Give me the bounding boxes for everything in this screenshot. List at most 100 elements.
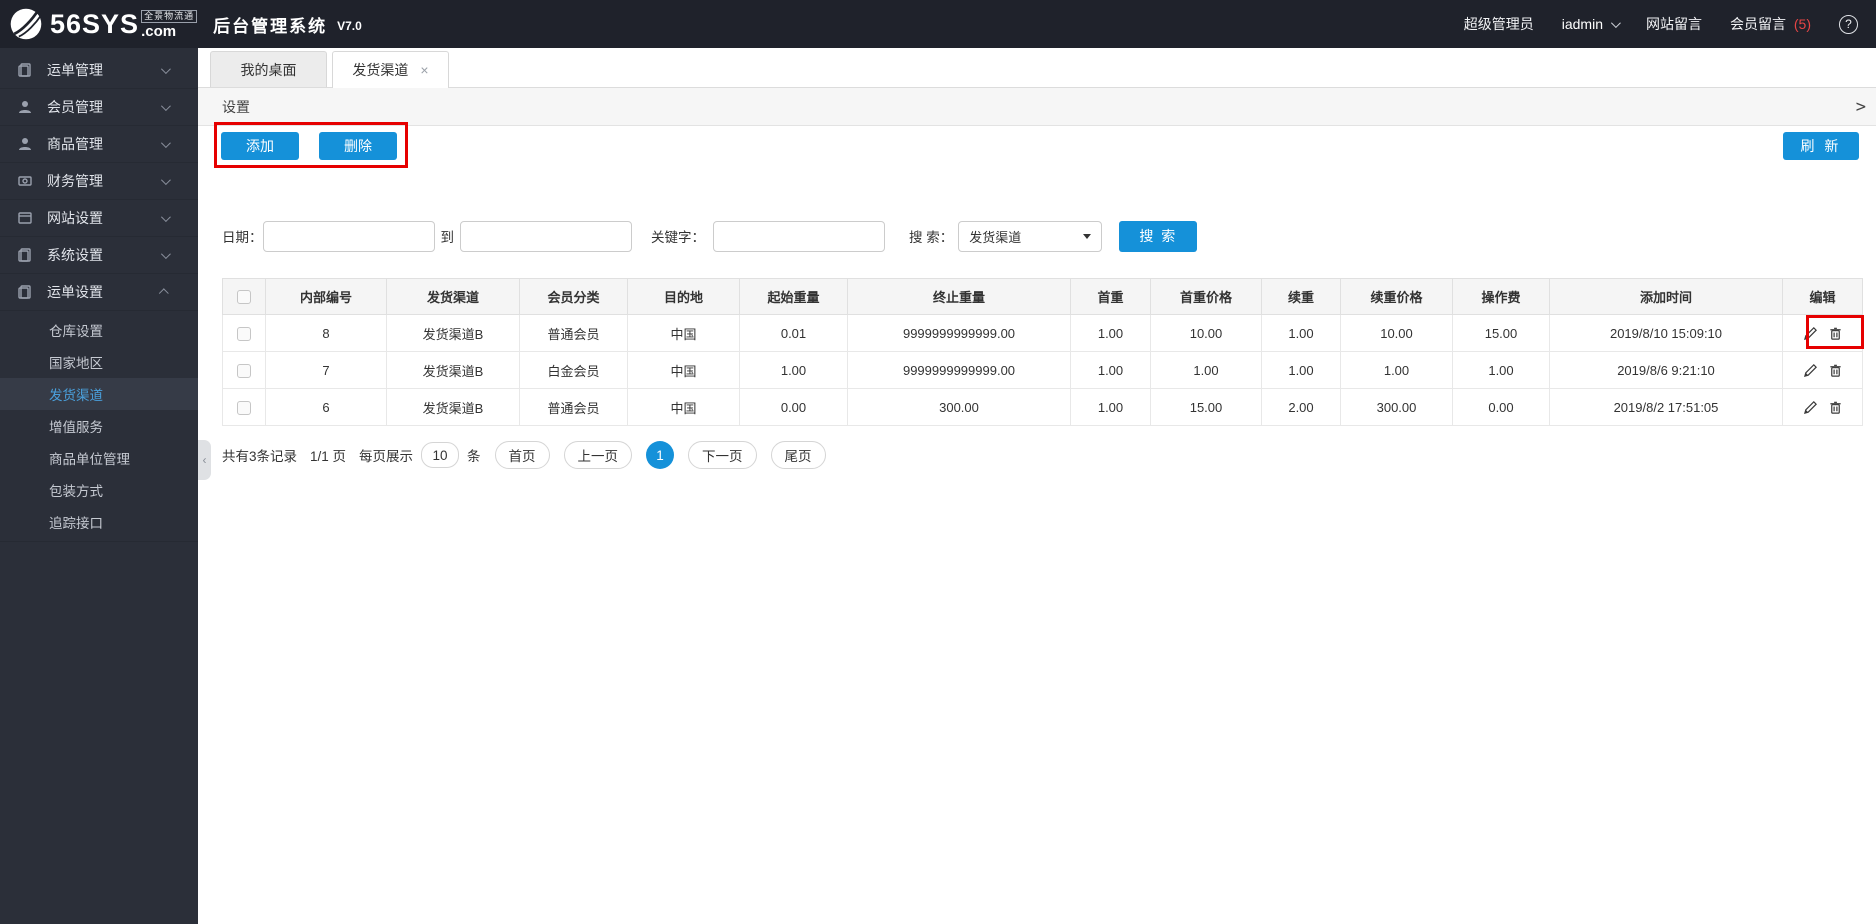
per-page-input[interactable]: 10 (421, 442, 460, 468)
select-all-checkbox[interactable] (237, 290, 251, 305)
row-checkbox[interactable] (237, 363, 251, 378)
col-member-class: 会员分类 (519, 278, 628, 315)
cell-first-price: 15.00 (1150, 388, 1262, 426)
logo: 56SYS 全景物流通 .com (8, 6, 198, 42)
panel-header: 设置 > (198, 88, 1876, 126)
cell-member-class: 普通会员 (519, 388, 628, 426)
chevron-down-icon (1610, 17, 1621, 28)
cell-first-weight: 1.00 (1070, 314, 1151, 352)
col-first-weight: 首重 (1070, 278, 1151, 315)
dropdown-caret-icon (1083, 233, 1092, 239)
tab-shipping-channel[interactable]: 发货渠道 × (332, 51, 449, 88)
edit-icon[interactable] (1803, 326, 1818, 341)
cell-channel: 发货渠道B (386, 314, 520, 352)
next-page-button[interactable]: 下一页 (688, 441, 757, 469)
shipping-channel-table: 内部编号 发货渠道 会员分类 目的地 起始重量 终止重量 首重 首重价格 续重 … (222, 278, 1863, 426)
prev-page-button[interactable]: 上一页 (563, 441, 633, 469)
submenu-item-value-added-services[interactable]: 增值服务 (0, 410, 198, 442)
sidebar-item-product-mgmt[interactable]: 商品管理 (0, 126, 198, 163)
first-page-button[interactable]: 首页 (494, 441, 550, 469)
col-cont-weight: 续重 (1261, 278, 1341, 315)
delete-button[interactable]: 删除 (319, 132, 397, 160)
row-actions (1783, 363, 1862, 378)
tab-my-desktop[interactable]: 我的桌面 (210, 51, 327, 87)
sidebar-item-waybill-settings[interactable]: 运单设置 (0, 274, 198, 311)
panel-expand-arrow[interactable]: > (1856, 97, 1866, 117)
member-messages-link[interactable]: 会员留言 (5) (1730, 14, 1811, 34)
sidebar-item-member-mgmt[interactable]: 会员管理 (0, 89, 198, 126)
sidebar-item-system-settings[interactable]: 系统设置 (0, 237, 198, 274)
date-to-input[interactable] (460, 220, 632, 252)
chevron-down-icon (160, 63, 171, 74)
submenu-item-warehouse-settings[interactable]: 仓库设置 (0, 314, 198, 346)
to-label: 到 (440, 230, 455, 245)
sidebar-item-label: 会员管理 (47, 99, 103, 115)
tab-bar: 我的桌面 发货渠道 × (198, 48, 1876, 88)
pagination-bar: 共有3条记录 1/1 页 每页展示 10 条 首页 上一页 1 下一页 尾页 (222, 441, 826, 469)
add-button[interactable]: 添加 (221, 132, 299, 160)
cell-destination: 中国 (627, 351, 740, 389)
last-page-button[interactable]: 尾页 (770, 441, 826, 469)
logo-swoosh-icon (10, 8, 43, 40)
row-checkbox[interactable] (237, 400, 251, 415)
top-header: 56SYS 全景物流通 .com 后台管理系统 V7.0 超级管理员 iadmi… (0, 0, 1876, 48)
submenu-item-packing-method[interactable]: 包装方式 (0, 474, 198, 506)
user-icon (16, 98, 34, 116)
cell-end-weight: 300.00 (847, 388, 1071, 426)
window-icon (16, 209, 34, 227)
close-icon[interactable]: × (420, 62, 428, 78)
help-icon[interactable]: ? (1839, 14, 1858, 34)
row-checkbox[interactable] (237, 326, 251, 341)
search-button[interactable]: 搜 索 (1119, 220, 1198, 252)
submenu-item-country-region[interactable]: 国家地区 (0, 346, 198, 378)
chevron-down-icon (160, 137, 171, 148)
trash-icon[interactable] (1828, 326, 1843, 341)
cell-channel: 发货渠道B (386, 351, 520, 389)
user-menu[interactable]: iadmin (1562, 16, 1621, 32)
refresh-button[interactable]: 刷 新 (1783, 132, 1859, 160)
trash-icon[interactable] (1828, 400, 1843, 415)
app-title: 后台管理系统 (213, 16, 328, 36)
tab-label: 我的桌面 (240, 61, 297, 78)
keyword-label: 关键字： (651, 230, 705, 245)
submenu-item-tracking-api[interactable]: 追踪接口 (0, 506, 198, 538)
cell-destination: 中国 (627, 388, 740, 426)
cell-operation-fee: 15.00 (1452, 314, 1550, 352)
submenu-item-product-unit-mgmt[interactable]: 商品单位管理 (0, 442, 198, 474)
chevron-up-icon (158, 287, 169, 298)
user-role-label: 超级管理员 (1463, 16, 1534, 32)
row-actions (1783, 326, 1862, 341)
submenu-item-shipping-channel[interactable]: 发货渠道 (0, 378, 198, 410)
edit-icon[interactable] (1803, 400, 1818, 415)
sidebar-item-website-settings[interactable]: 网站设置 (0, 200, 198, 237)
cell-member-class: 白金会员 (519, 351, 628, 389)
sidebar-collapse-handle[interactable]: ‹ (198, 440, 211, 480)
row-actions (1783, 400, 1862, 415)
table-row: 6 发货渠道B 普通会员 中国 0.00 300.00 1.00 15.00 2… (222, 388, 1863, 426)
cell-add-time: 2019/8/2 17:51:05 (1549, 388, 1783, 426)
date-label: 日期： (222, 230, 263, 245)
sidebar-item-label: 财务管理 (47, 173, 103, 189)
logo-com: .com (141, 22, 177, 40)
search-type-select[interactable]: 发货渠道 (958, 220, 1103, 252)
edit-icon[interactable] (1803, 363, 1818, 378)
sidebar-item-finance-mgmt[interactable]: 财务管理 (0, 163, 198, 200)
keyword-input[interactable] (713, 220, 885, 252)
cell-cont-weight: 2.00 (1261, 388, 1341, 426)
table-row: 8 发货渠道B 普通会员 中国 0.01 9999999999999.00 1.… (222, 314, 1863, 352)
sidebar-item-waybill-mgmt[interactable]: 运单管理 (0, 52, 198, 89)
trash-icon[interactable] (1828, 363, 1843, 378)
panel-title: 设置 (222, 98, 250, 115)
date-from-input[interactable] (262, 220, 435, 252)
chevron-down-icon (160, 100, 171, 111)
current-page-badge[interactable]: 1 (646, 441, 675, 469)
col-destination: 目的地 (627, 278, 740, 315)
site-messages-link[interactable]: 网站留言 (1646, 14, 1702, 34)
sidebar-item-label: 网站设置 (47, 210, 103, 226)
search-field-label: 搜 索： (909, 230, 954, 245)
cell-start-weight: 1.00 (739, 351, 848, 389)
search-type-selected-value: 发货渠道 (969, 229, 1022, 245)
cell-cont-price: 1.00 (1340, 351, 1453, 389)
sidebar-nav: 运单管理 会员管理 商品管理 财务管理 网站设置 系统设置 运单设置 仓库设置 … (0, 48, 198, 924)
cell-add-time: 2019/8/10 15:09:10 (1549, 314, 1783, 352)
